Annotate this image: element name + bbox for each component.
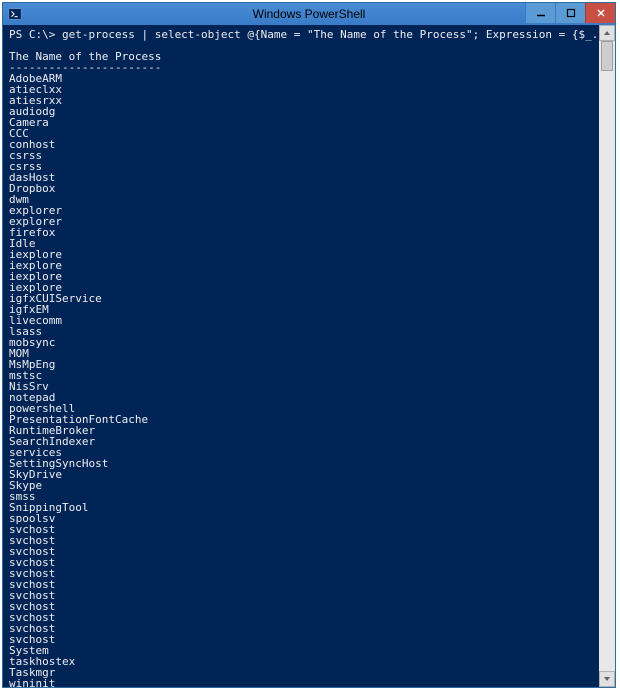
window-title: Windows PowerShell: [253, 7, 366, 21]
powershell-icon: [8, 7, 22, 21]
terminal-area[interactable]: PS C:\> get-process | select-object @{Na…: [3, 25, 615, 687]
scroll-thumb[interactable]: [601, 41, 613, 71]
titlebar[interactable]: Windows PowerShell: [3, 3, 615, 25]
scroll-up-button[interactable]: [599, 25, 615, 41]
minimize-button[interactable]: [525, 3, 555, 23]
window-controls: [525, 3, 615, 23]
scroll-track[interactable]: [599, 41, 615, 671]
vertical-scrollbar[interactable]: [599, 25, 615, 687]
maximize-button[interactable]: [555, 3, 585, 23]
scroll-down-button[interactable]: [599, 671, 615, 687]
terminal-content[interactable]: PS C:\> get-process | select-object @{Na…: [3, 25, 615, 687]
close-button[interactable]: [585, 3, 615, 23]
powershell-window: Windows PowerShell PS C:\> get-process |…: [2, 2, 616, 688]
